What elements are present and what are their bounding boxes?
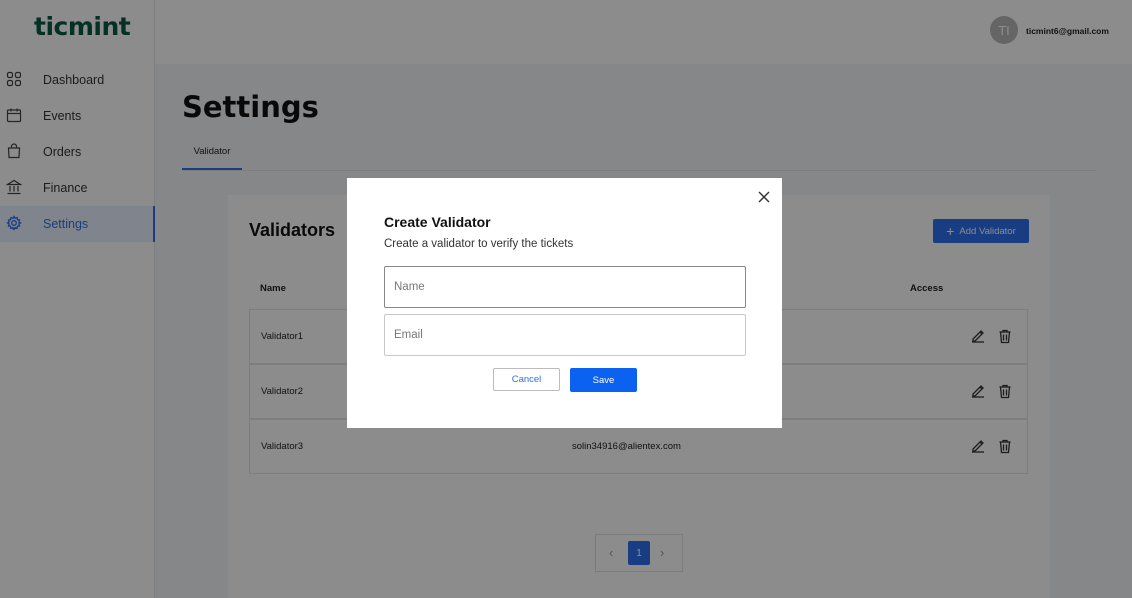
name-input[interactable] [384,266,746,308]
email-input[interactable] [384,314,746,356]
modal-subtitle: Create a validator to verify the tickets [384,238,574,250]
save-button[interactable]: Save [570,368,637,392]
cancel-button[interactable]: Cancel [493,368,560,391]
close-icon[interactable] [757,190,771,204]
modal-title: Create Validator [384,214,491,230]
create-validator-modal: Create Validator Create a validator to v… [347,178,782,428]
